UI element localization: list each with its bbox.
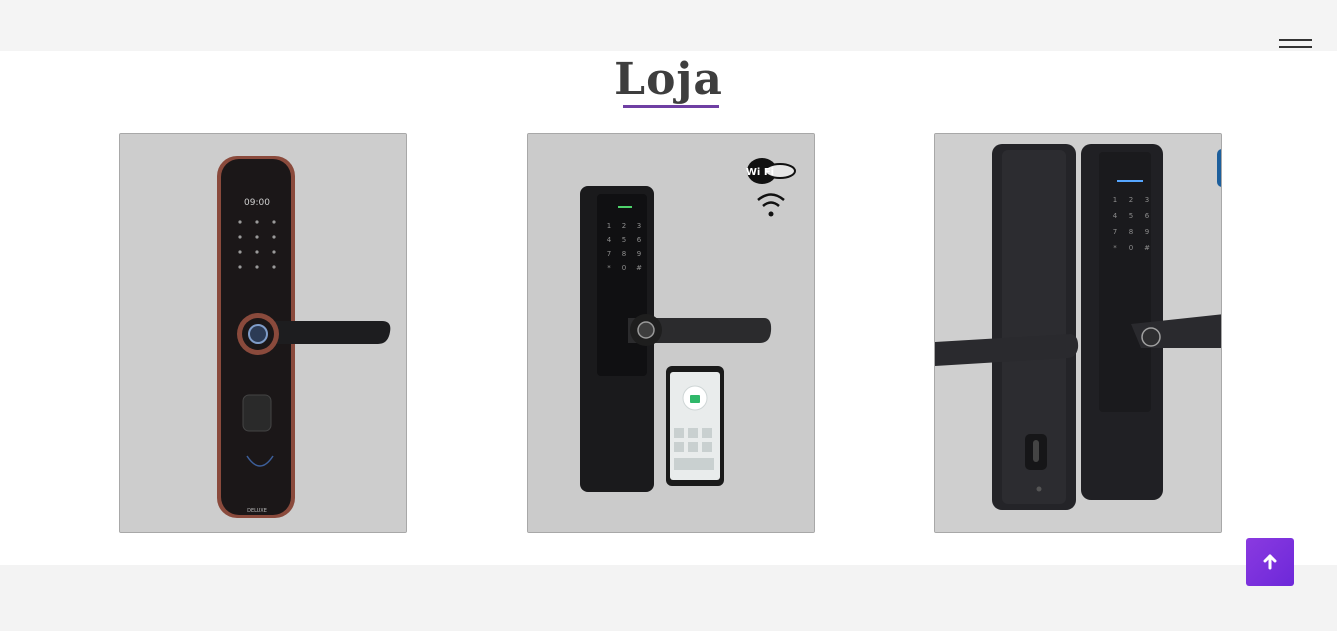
svg-text:#: # [1144, 244, 1150, 252]
back-to-top-button[interactable] [1246, 538, 1294, 586]
svg-text:3: 3 [1145, 196, 1149, 204]
page-title: Loja [614, 54, 723, 105]
svg-text:4: 4 [1113, 212, 1118, 220]
svg-text:6: 6 [637, 236, 642, 244]
lock-screen-time: 09:00 [244, 198, 270, 208]
svg-text:0: 0 [622, 264, 626, 272]
svg-text:7: 7 [1113, 228, 1117, 236]
svg-text:5: 5 [622, 236, 626, 244]
smart-lock-copper-image: 09:00 DELUXE [120, 134, 406, 532]
svg-text:6: 6 [1145, 212, 1150, 220]
title-underline [623, 105, 719, 108]
arrow-up-icon [1263, 554, 1277, 570]
svg-text:1: 1 [607, 222, 611, 230]
shop-section: Loja 09:00 DELUXE Wi Fi 1 2 3 4 5 6 7 8 … [0, 51, 1337, 565]
lock-brand-text: DELUXE [247, 508, 267, 514]
svg-text:3: 3 [637, 222, 641, 230]
svg-text:4: 4 [607, 236, 612, 244]
svg-text:8: 8 [1129, 228, 1133, 236]
svg-text:*: * [607, 264, 611, 272]
svg-text:5: 5 [1129, 212, 1133, 220]
product-card-3[interactable]: 1 2 3 4 5 6 7 8 9 * 0 # [934, 133, 1222, 533]
product-card-2[interactable]: Wi Fi 1 2 3 4 5 6 7 8 9 * 0 # [527, 133, 815, 533]
svg-text:*: * [1113, 244, 1117, 252]
top-bar [0, 0, 1337, 58]
svg-text:7: 7 [607, 250, 611, 258]
svg-text:2: 2 [622, 222, 626, 230]
wifi-badge-text: Wi Fi [746, 167, 774, 178]
svg-text:0: 0 [1129, 244, 1133, 252]
svg-text:9: 9 [1145, 228, 1149, 236]
smart-lock-wifi-app-image: Wi Fi 1 2 3 4 5 6 7 8 9 * 0 # [528, 134, 814, 532]
svg-text:8: 8 [622, 250, 626, 258]
product-card-1[interactable]: 09:00 DELUXE [119, 133, 407, 533]
footer-area [0, 565, 1337, 631]
svg-text:1: 1 [1113, 196, 1117, 204]
svg-text:#: # [636, 264, 642, 272]
svg-text:2: 2 [1129, 196, 1133, 204]
svg-text:9: 9 [637, 250, 641, 258]
smart-lock-black-pair-image: 1 2 3 4 5 6 7 8 9 * 0 # [935, 134, 1221, 532]
